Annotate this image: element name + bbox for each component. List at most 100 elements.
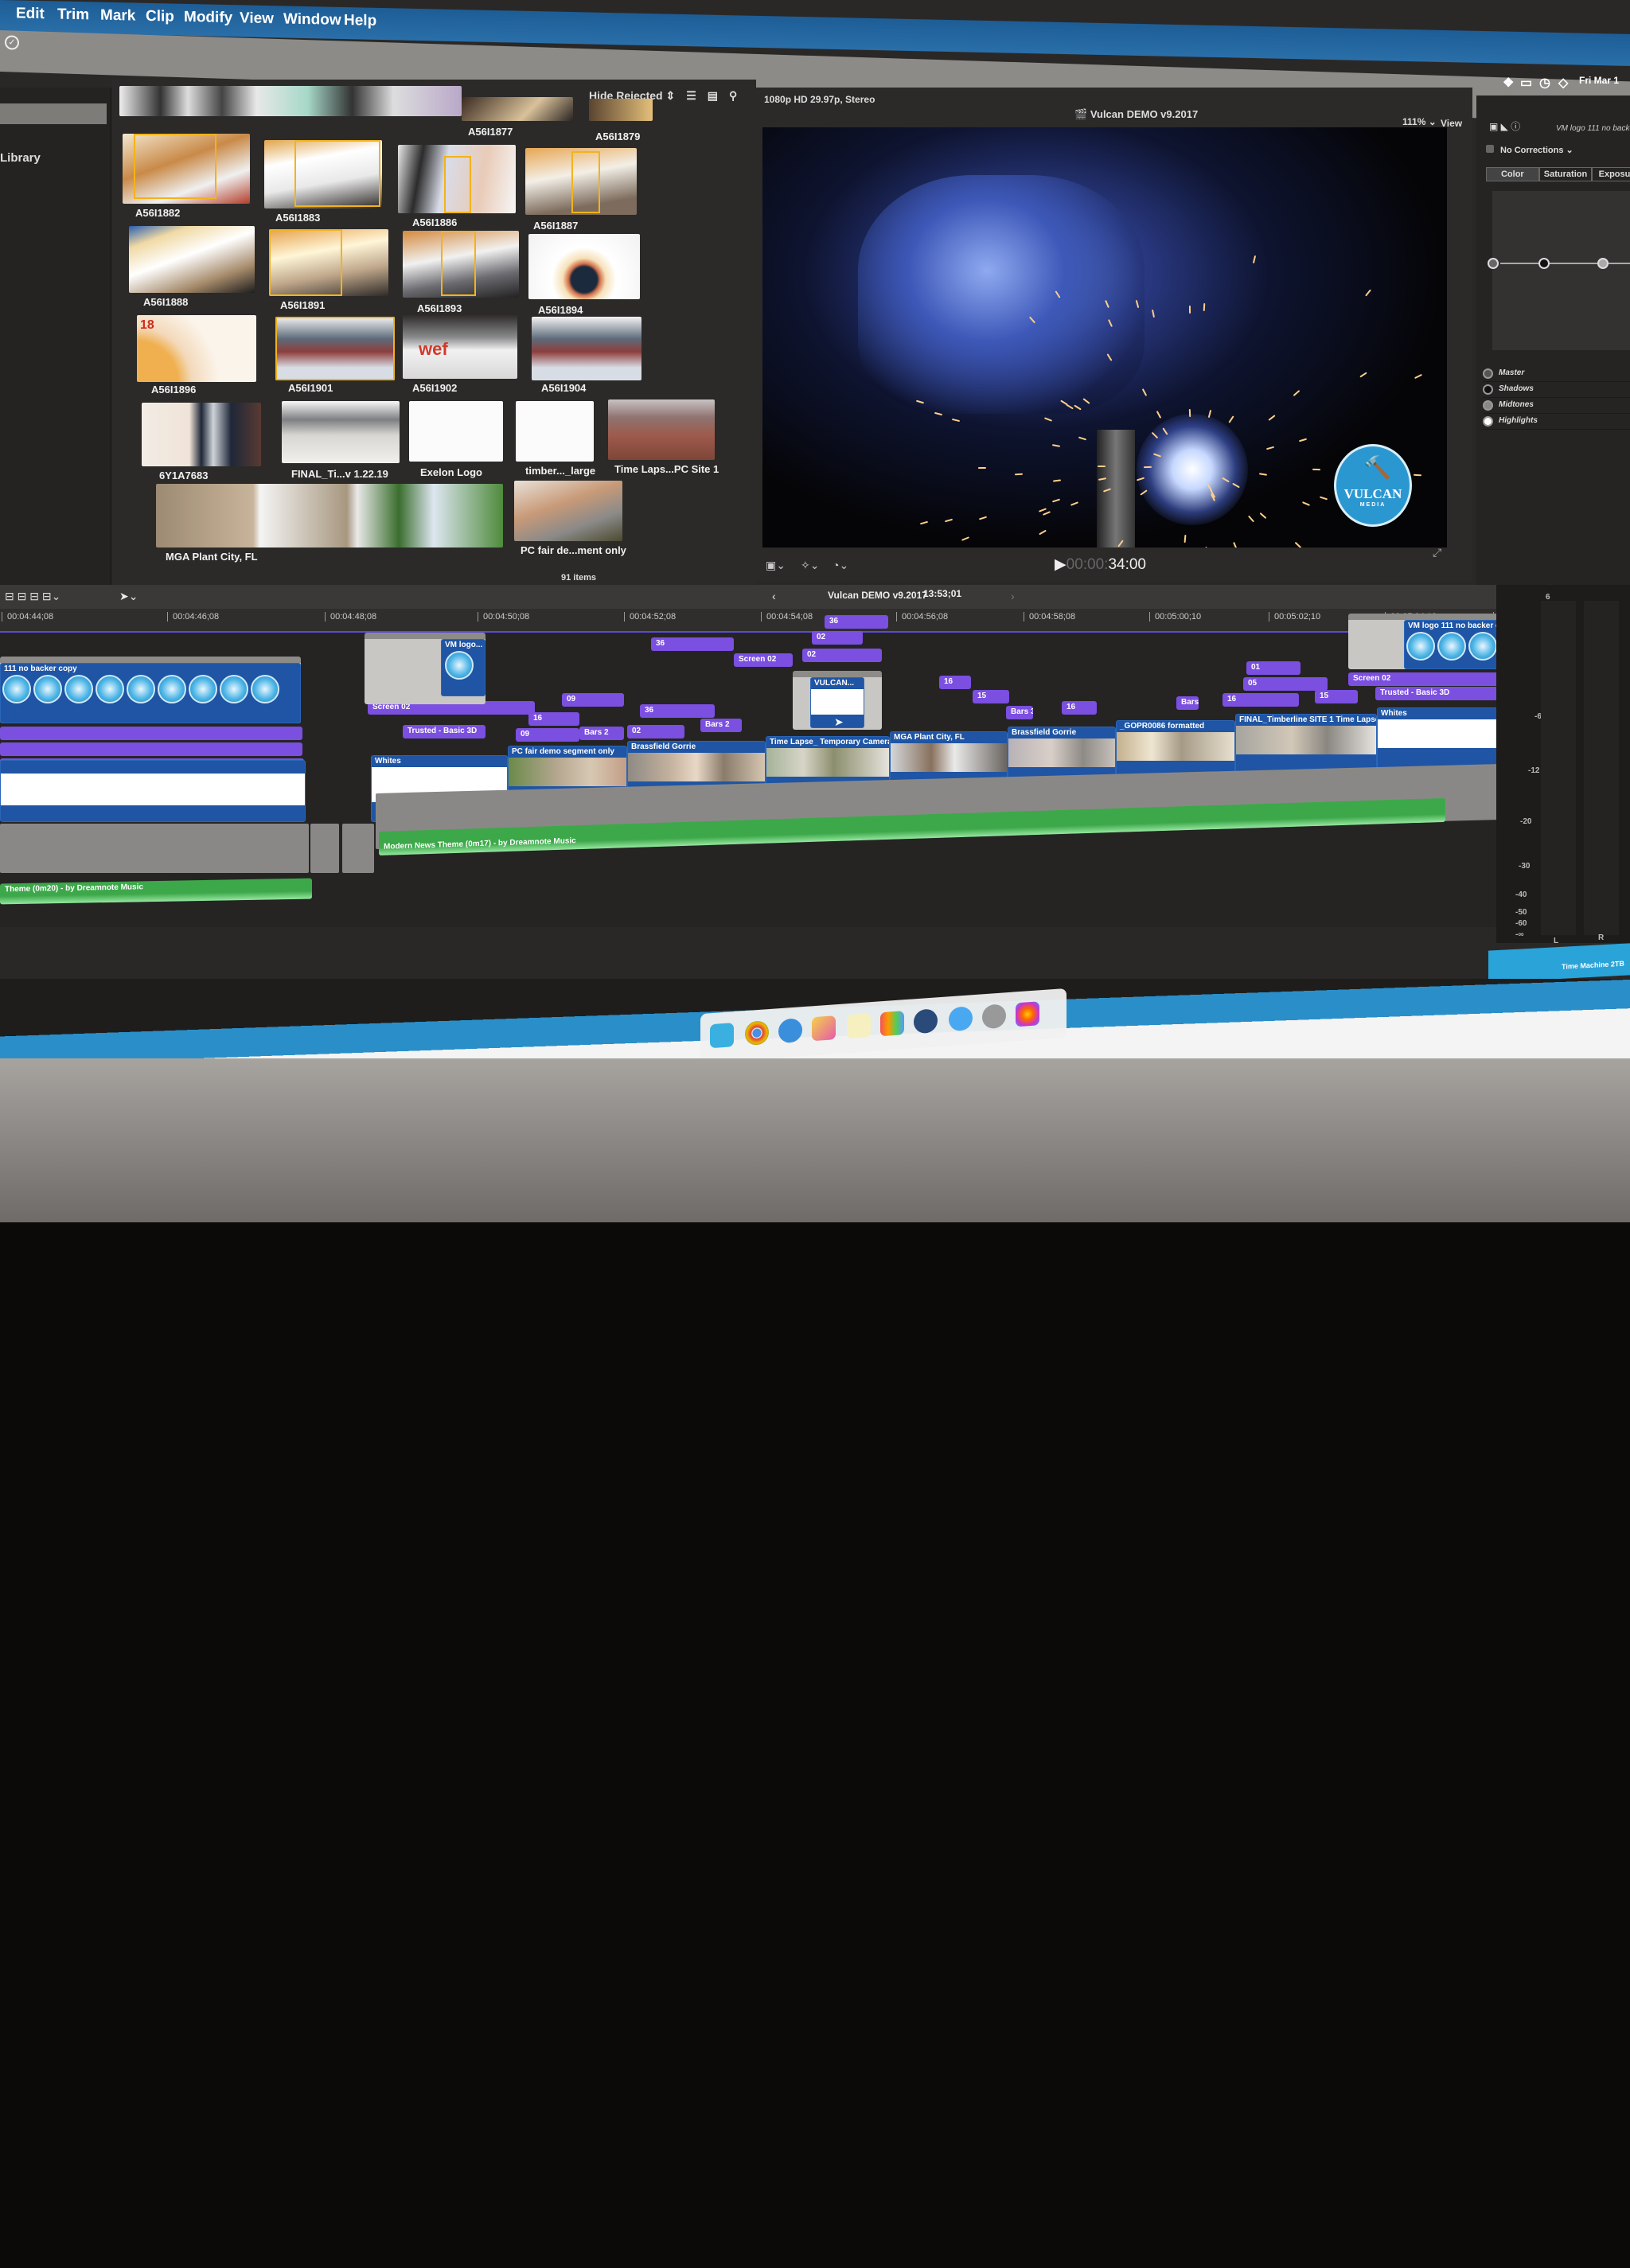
thumbnail[interactable]: [269, 229, 388, 296]
master-puck[interactable]: [1488, 258, 1499, 269]
thumbnail[interactable]: [514, 481, 622, 541]
thumbnail[interactable]: [528, 234, 640, 299]
connected-clip[interactable]: 36: [640, 704, 715, 718]
thumbnail[interactable]: [608, 399, 715, 460]
thumbnail[interactable]: [275, 317, 395, 380]
thumbnail[interactable]: [462, 97, 573, 121]
connected-clip[interactable]: 09: [516, 728, 579, 742]
airplay-icon[interactable]: ▭: [1520, 75, 1532, 91]
thumbnail[interactable]: [398, 145, 516, 213]
connected-clip[interactable]: 05: [1243, 677, 1328, 691]
video-frame[interactable]: 🔨 VULCAN MEDIA: [762, 127, 1447, 548]
audio-clip[interactable]: Theme (0m20) - by Dreamnote Music: [0, 878, 312, 905]
menu-trim[interactable]: Trim: [57, 6, 89, 25]
connected-clip[interactable]: 16: [939, 676, 971, 689]
menu-modify[interactable]: Modify: [184, 9, 232, 27]
thumbnail[interactable]: [142, 403, 261, 466]
compound-clip[interactable]: VM logo 111 no backer copy: [1348, 614, 1501, 669]
checkmark-icon[interactable]: ✓: [5, 35, 19, 50]
connected-clip[interactable]: 16: [528, 712, 579, 726]
tab-saturation[interactable]: Saturation: [1538, 167, 1593, 181]
edit-buttons[interactable]: ⊟ ⊟ ⊟ ⊟⌄: [5, 590, 60, 603]
finder-icon[interactable]: [710, 1023, 734, 1049]
tone-master[interactable]: Master: [1483, 366, 1630, 382]
connected-clip[interactable]: Bars 2: [700, 719, 742, 732]
compound-clip[interactable]: VULCAN... ➤: [793, 671, 882, 730]
sidebar-selected-item[interactable]: [0, 103, 107, 124]
connected-clip[interactable]: 15: [1315, 690, 1358, 703]
list-view-icon[interactable]: ▤: [708, 89, 718, 103]
select-tool-icon[interactable]: ➤⌄: [119, 590, 138, 603]
retime-icon[interactable]: ◔⌄: [833, 559, 848, 572]
safari-icon[interactable]: [778, 1018, 802, 1044]
compound-clip[interactable]: 111 no backer copy: [0, 657, 301, 723]
connected-clip[interactable]: Trusted - Basic 3D: [1375, 687, 1499, 700]
tone-highlights[interactable]: Highlights: [1483, 414, 1630, 430]
wifi-icon[interactable]: ◇: [1558, 75, 1568, 91]
compound-inner-clip[interactable]: VM logo 111 no backer copy: [1404, 620, 1501, 669]
corrections-dropdown[interactable]: No Corrections ⌄: [1500, 145, 1573, 155]
tone-shadows[interactable]: Shadows: [1483, 382, 1630, 398]
thumbnail[interactable]: [403, 231, 519, 298]
menu-view[interactable]: View: [240, 10, 274, 28]
thumbnail[interactable]: [282, 401, 400, 463]
primary-clip[interactable]: [0, 760, 306, 822]
app-icon[interactable]: [847, 1013, 871, 1039]
sidebar-item-library[interactable]: Library: [0, 151, 41, 165]
system-preferences-icon[interactable]: [982, 1003, 1006, 1030]
filmstrip-clip[interactable]: [156, 484, 503, 548]
connected-clip[interactable]: 01: [1246, 661, 1300, 675]
menu-edit[interactable]: Edit: [16, 5, 45, 23]
connected-clip[interactable]: 36: [651, 637, 734, 651]
menu-clip[interactable]: Clip: [146, 8, 174, 26]
enhance-icon[interactable]: ✧⌄: [801, 559, 819, 572]
primary-clip[interactable]: Whites: [1377, 707, 1498, 770]
connected-clip[interactable]: 02: [802, 649, 882, 662]
back-icon[interactable]: ‹: [772, 590, 776, 602]
zoom-dropdown[interactable]: 111% ⌄: [1402, 116, 1437, 127]
connected-clip[interactable]: 16: [1062, 701, 1097, 715]
photos-icon[interactable]: [1016, 1001, 1039, 1027]
activity-icon[interactable]: [880, 1011, 904, 1037]
thumbnail[interactable]: wef: [403, 315, 517, 379]
connected-clip[interactable]: 15: [973, 690, 1009, 703]
app-store-icon[interactable]: [949, 1006, 973, 1032]
connected-clip[interactable]: 02: [812, 631, 863, 645]
thumbnail[interactable]: [409, 401, 503, 462]
gap-clip[interactable]: [310, 824, 339, 873]
connected-clip[interactable]: 16: [1222, 693, 1299, 707]
timecode-display[interactable]: ▶00:00:34:00: [1055, 555, 1146, 574]
connected-clip[interactable]: Bars 2: [579, 727, 624, 740]
dropbox-icon[interactable]: ❖: [1503, 75, 1514, 91]
compound-inner-clip[interactable]: 111 no backer copy: [0, 663, 301, 723]
connected-clip[interactable]: [0, 742, 302, 756]
shadows-puck[interactable]: [1538, 258, 1550, 269]
filmstrip-clip[interactable]: [119, 86, 462, 116]
compound-clip[interactable]: VM logo...: [365, 633, 485, 704]
primary-clip[interactable]: FINAL_Timberline SITE 1 Time Lapse v 1.2…: [1235, 714, 1377, 776]
viewer-display-icon[interactable]: ▣⌄: [766, 559, 786, 572]
thumbnail[interactable]: [264, 140, 382, 208]
menu-mark[interactable]: Mark: [100, 7, 135, 25]
tone-midtones[interactable]: Midtones: [1483, 398, 1630, 414]
connected-clip[interactable]: 02: [627, 725, 684, 738]
connected-clip[interactable]: Bars: [1176, 696, 1199, 710]
thumbnail[interactable]: [129, 226, 255, 293]
thumbnail[interactable]: 18: [137, 315, 256, 382]
menu-help[interactable]: Help: [344, 12, 376, 30]
tab-color[interactable]: Color: [1486, 167, 1539, 181]
quicktime-icon[interactable]: [914, 1008, 938, 1035]
connected-clip[interactable]: Bars 3: [1006, 706, 1033, 719]
thumbnail[interactable]: [525, 148, 637, 215]
clip-appearance-icon[interactable]: ☰: [686, 89, 696, 103]
thumbnail[interactable]: [516, 401, 594, 462]
color-board[interactable]: [1488, 191, 1630, 350]
thumbnail[interactable]: [532, 317, 641, 380]
connected-clip[interactable]: [0, 727, 302, 740]
search-icon[interactable]: ⚲: [729, 89, 737, 103]
connected-clip[interactable]: Trusted - Basic 3D: [403, 725, 485, 738]
forward-icon[interactable]: ›: [1011, 590, 1015, 602]
thumbnail[interactable]: [123, 134, 250, 204]
chrome-icon[interactable]: [745, 1020, 769, 1046]
menu-window[interactable]: Window: [283, 10, 341, 29]
